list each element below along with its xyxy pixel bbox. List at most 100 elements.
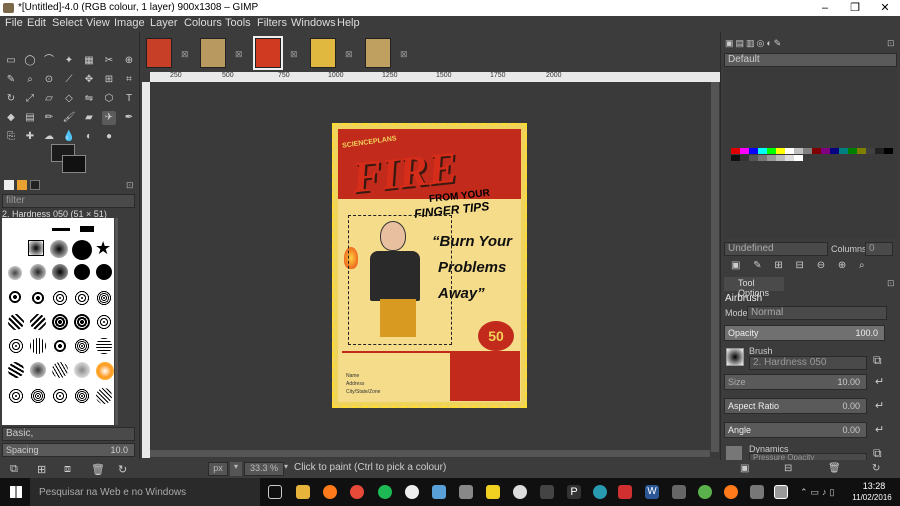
app-icon[interactable]: [540, 485, 554, 499]
palette-swatch[interactable]: [749, 148, 758, 154]
app-icon[interactable]: [513, 485, 527, 499]
dodge-icon[interactable]: ◐: [82, 130, 96, 144]
spotify-icon[interactable]: [378, 485, 392, 499]
palette-swatch[interactable]: [866, 148, 875, 154]
palette-swatch[interactable]: [857, 148, 866, 154]
image-tab-close-icon[interactable]: ⊠: [400, 49, 408, 60]
menu-colours[interactable]: Colours: [184, 17, 222, 29]
color-picker-icon[interactable]: ⌕: [23, 73, 37, 87]
palette-swatch[interactable]: [731, 155, 740, 161]
gimp-active-taskbar-icon[interactable]: [774, 485, 788, 499]
brush-preset-select[interactable]: Basic,: [2, 427, 135, 441]
scale-icon[interactable]: ⤢: [23, 92, 37, 106]
reset-icon[interactable]: ↵: [875, 375, 884, 388]
spacing-slider[interactable]: Spacing 10.0: [2, 443, 135, 457]
menu-tools[interactable]: Tools: [225, 17, 251, 29]
delete-brush-icon[interactable]: 🗑: [91, 463, 105, 476]
ink-icon[interactable]: ✒: [122, 111, 136, 125]
palette-swatch[interactable]: [731, 148, 740, 154]
columns-input[interactable]: 0: [865, 242, 893, 256]
palette-swatch[interactable]: [758, 148, 767, 154]
palette-swatch[interactable]: [785, 148, 794, 154]
image-tab-active[interactable]: ⊠: [253, 36, 298, 70]
pencil-icon[interactable]: ✏: [42, 111, 56, 125]
itunes-icon[interactable]: [405, 485, 419, 499]
airbrush-icon[interactable]: ✈: [102, 111, 116, 125]
rect-select-icon[interactable]: ▭: [4, 54, 18, 68]
dynamics-icon[interactable]: [726, 446, 742, 460]
tool-options-tab-icon[interactable]: [4, 180, 14, 190]
horizontal-ruler[interactable]: 250 500 750 1000 1250 1500 1750 2000: [150, 72, 720, 82]
bucket-fill-icon[interactable]: ◆: [4, 111, 18, 125]
move-icon[interactable]: ✥: [82, 73, 96, 87]
image-tab-close-icon[interactable]: ⊠: [345, 49, 353, 60]
background-color[interactable]: [62, 155, 86, 173]
poster-image[interactable]: SCIENCEPLANS FIRE FROM YOUR FINGER TIPS …: [332, 123, 527, 408]
panel-menu-icon[interactable]: ⊡: [126, 180, 136, 190]
image-tab[interactable]: ⊠: [200, 38, 243, 68]
vertical-ruler[interactable]: [142, 82, 150, 458]
unit-select[interactable]: px: [208, 462, 228, 476]
palette-swatch[interactable]: [749, 155, 758, 161]
palette-swatch[interactable]: [767, 148, 776, 154]
palette-swatch[interactable]: [830, 148, 839, 154]
system-tray-icons[interactable]: ⌃▭♪▯: [800, 487, 838, 498]
palette-swatch[interactable]: [758, 155, 767, 161]
menu-layer[interactable]: Layer: [150, 17, 178, 29]
dynamics-edit-icon[interactable]: ⧉: [873, 446, 882, 461]
image-tab-close-icon[interactable]: ⊠: [181, 49, 189, 60]
image-tab[interactable]: ⊠: [365, 38, 408, 68]
palette-name[interactable]: Default: [724, 53, 897, 67]
menu-image[interactable]: Image: [114, 17, 145, 29]
eraser-icon[interactable]: ▰: [82, 111, 96, 125]
color-select-icon[interactable]: ▦: [82, 54, 96, 68]
palette-swatch[interactable]: [740, 148, 749, 154]
brush-filter-input[interactable]: filter: [2, 194, 135, 208]
brushes-grid[interactable]: ★: [2, 218, 125, 425]
opacity-slider[interactable]: Opacity 100.0: [724, 325, 885, 341]
aspect-ratio-slider[interactable]: Aspect Ratio 0.00: [724, 398, 867, 414]
image-tab-close-icon[interactable]: ⊠: [235, 49, 243, 60]
foreground-select-icon[interactable]: ⊕: [122, 54, 136, 68]
save-options-icon[interactable]: ▣: [740, 463, 749, 474]
cage-icon[interactable]: ⬡: [102, 92, 116, 106]
image-tab[interactable]: ⊠: [310, 38, 353, 68]
heal-icon[interactable]: ✚: [23, 130, 37, 144]
duplicate-brush-icon[interactable]: ⧈: [64, 463, 71, 476]
palette-mode-field[interactable]: Undefined: [724, 242, 828, 256]
palette-swatch[interactable]: [776, 155, 785, 161]
gimp-taskbar-icon[interactable]: [750, 485, 764, 499]
close-button[interactable]: ✕: [870, 0, 900, 16]
text-icon[interactable]: T: [122, 92, 136, 106]
taskbar-search[interactable]: Pesquisar na Web e no Windows: [30, 478, 260, 506]
scissors-icon[interactable]: ✂: [102, 54, 116, 68]
app-p-icon[interactable]: P: [567, 485, 581, 499]
dock-tabs-icons[interactable]: ▣▤▥◎◐✎: [725, 38, 783, 49]
palette-swatch[interactable]: [821, 148, 830, 154]
angle-slider[interactable]: Angle 0.00: [724, 422, 867, 438]
panel-menu-icon[interactable]: ⊡: [887, 278, 895, 289]
palette-swatch[interactable]: [839, 148, 848, 154]
palette-swatch[interactable]: [884, 148, 893, 154]
word-icon[interactable]: W: [645, 485, 659, 499]
perspective-icon[interactable]: ◇: [62, 92, 76, 106]
ellipse-select-icon[interactable]: ◯: [23, 54, 37, 68]
palette-swatch[interactable]: [875, 148, 884, 154]
reset-icon[interactable]: ↵: [875, 399, 884, 412]
rotate-icon[interactable]: ↻: [4, 92, 18, 106]
crop-icon[interactable]: ⌗: [122, 73, 136, 87]
palette-swatch[interactable]: [794, 155, 803, 161]
flip-icon[interactable]: ⇋: [82, 92, 96, 106]
palette-actions[interactable]: ▣ ✎ ⊞ ⊟ ⊖ ⊕ ⌕: [731, 260, 865, 271]
brush-edit-icon[interactable]: ⧉: [873, 353, 882, 368]
selected-brush[interactable]: [28, 240, 44, 256]
burn-icon[interactable]: ●: [102, 130, 116, 144]
brush-edit-icon[interactable]: ⧉: [10, 463, 18, 476]
paintbrush-icon[interactable]: 🖌: [62, 111, 76, 125]
canvas-hscroll[interactable]: [150, 450, 710, 457]
fuzzy-select-icon[interactable]: ✦: [62, 54, 76, 68]
acrobat-icon[interactable]: [618, 485, 632, 499]
clone-icon[interactable]: ⎘: [4, 130, 18, 144]
delete-options-icon[interactable]: 🗑: [828, 463, 841, 474]
media-player-icon[interactable]: [486, 485, 500, 499]
